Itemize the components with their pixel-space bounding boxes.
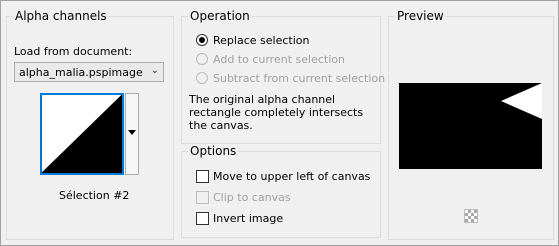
replace-selection-radio[interactable] — [196, 34, 208, 46]
selection-name-label: Sélection #2 — [59, 189, 130, 202]
thumbnail-dropdown-button[interactable] — [125, 93, 139, 175]
operation-message: The original alpha channel rectangle com… — [189, 93, 364, 132]
clip-to-canvas-checkbox[interactable] — [196, 191, 209, 204]
subtract-from-selection-label[interactable]: Subtract from current selection — [213, 72, 385, 85]
preview-image — [399, 83, 542, 169]
replace-selection-label[interactable]: Replace selection — [213, 34, 309, 47]
document-select-value: alpha_malia.pspimage — [19, 66, 143, 79]
invert-image-checkbox[interactable] — [196, 212, 209, 225]
caret-down-icon — [128, 130, 136, 135]
alpha-channels-title: Alpha channels — [13, 9, 109, 23]
subtract-from-selection-radio[interactable] — [196, 72, 208, 84]
alpha-channel-thumbnail[interactable] — [40, 93, 124, 175]
load-from-document-label: Load from document: — [14, 45, 133, 58]
diagonal-thumbnail-image — [41, 94, 123, 174]
operation-title: Operation — [188, 9, 252, 23]
add-to-selection-label[interactable]: Add to current selection — [213, 53, 345, 66]
options-title: Options — [188, 144, 239, 158]
move-to-upper-left-checkbox[interactable] — [196, 170, 209, 183]
clip-to-canvas-label[interactable]: Clip to canvas — [213, 191, 291, 204]
transparency-checker-icon[interactable] — [464, 209, 478, 223]
preview-title: Preview — [395, 9, 446, 23]
chevron-down-icon: ⌄ — [150, 65, 159, 76]
radio-selected-dot — [199, 37, 205, 43]
add-to-selection-radio[interactable] — [196, 53, 208, 65]
move-to-upper-left-label[interactable]: Move to upper left of canvas — [213, 170, 370, 183]
invert-image-label[interactable]: Invert image — [213, 212, 283, 225]
document-select[interactable]: alpha_malia.pspimage ⌄ — [14, 62, 164, 82]
preview-canvas — [399, 83, 542, 169]
